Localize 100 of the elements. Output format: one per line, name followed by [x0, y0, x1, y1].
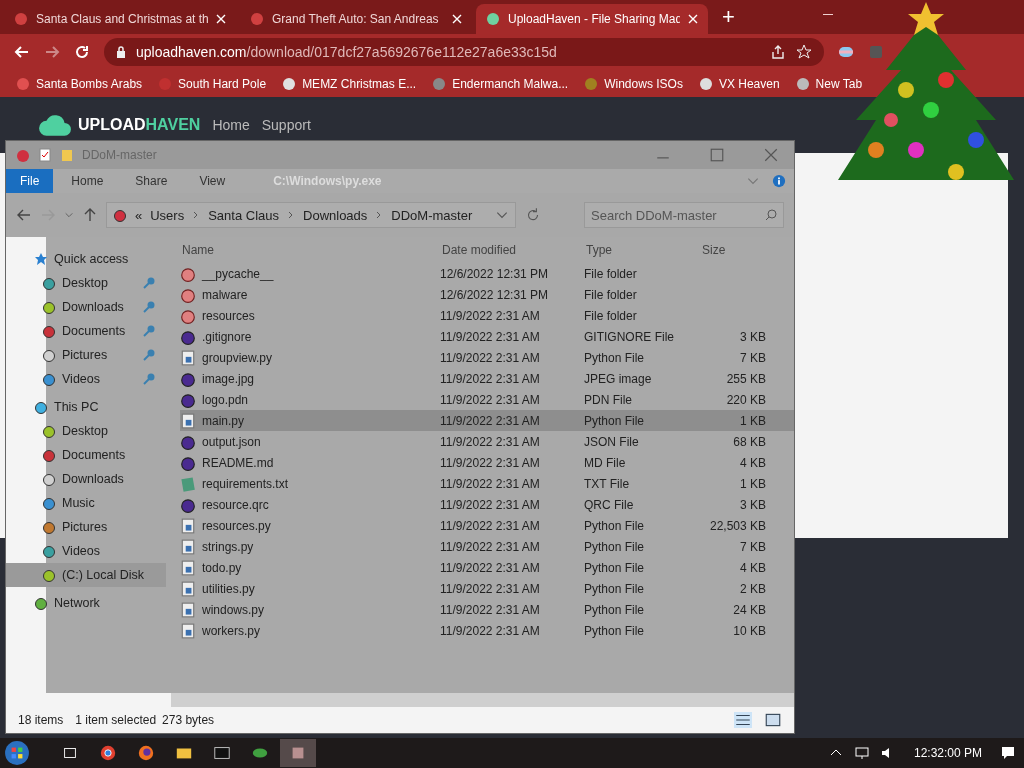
breadcrumb-item[interactable]: Santa Claus: [208, 207, 279, 223]
file-row[interactable]: logo.pdn 11/9/2022 2:31 AM PDN File 220 KB: [180, 389, 794, 410]
nav-item[interactable]: Music: [6, 491, 166, 515]
site-logo[interactable]: UPLOADHAVEN: [78, 116, 201, 134]
forward-icon[interactable]: [44, 44, 60, 60]
file-row[interactable]: main.py 11/9/2022 2:31 AM Python File 1 KB: [180, 410, 794, 431]
close-icon[interactable]: [216, 14, 226, 24]
star-icon[interactable]: [796, 44, 812, 60]
nav-item[interactable]: Downloads: [6, 467, 166, 491]
file-row[interactable]: resources.py 11/9/2022 2:31 AM Python File 22,503 KB: [180, 515, 794, 536]
date-cell-text: 12/6/2022 12:31 PM: [440, 266, 550, 281]
column-header[interactable]: Name: [180, 243, 440, 257]
bookmark[interactable]: Santa Bombs Arabs: [16, 76, 143, 91]
ribbon-tab[interactable]: File: [6, 169, 54, 193]
search-field[interactable]: Search DDoM-master: [584, 202, 784, 228]
network-icon[interactable]: [853, 745, 870, 761]
nav-item[interactable]: Videos: [6, 367, 166, 391]
nav-item[interactable]: Pictures: [6, 515, 166, 539]
browser-tab[interactable]: Grand Theft Auto: San Andreas: [240, 4, 472, 34]
nav-item[interactable]: (C:) Local Disk: [6, 563, 166, 587]
help-icon[interactable]: [772, 174, 786, 188]
browser-tab[interactable]: Santa Claus and Christmas at th: [4, 4, 236, 34]
back-icon[interactable]: [14, 44, 30, 60]
ribbon-tab[interactable]: Home: [57, 169, 118, 193]
file-row[interactable]: groupview.py 11/9/2022 2:31 AM Python File 7 KB: [180, 347, 794, 368]
bookmark-icon: [584, 76, 599, 91]
file-name: requirements.txt: [202, 476, 289, 491]
breadcrumb-item[interactable]: Downloads: [303, 207, 368, 223]
up-icon[interactable]: [82, 207, 98, 223]
column-header[interactable]: Size: [694, 243, 766, 257]
bookmark[interactable]: South Hard Pole: [158, 76, 267, 91]
nav-item[interactable]: Documents: [6, 319, 166, 343]
file-row[interactable]: todo.py 11/9/2022 2:31 AM Python File 4 KB: [180, 557, 794, 578]
file-row[interactable]: resource.qrc 11/9/2022 2:31 AM QRC File 3 KB: [180, 494, 794, 515]
nav-item[interactable]: Documents: [6, 443, 166, 467]
nav-item[interactable]: Desktop: [6, 419, 166, 443]
start-orb-icon[interactable]: [4, 740, 30, 766]
site-icon: [14, 12, 28, 26]
file-row[interactable]: workers.py 11/9/2022 2:31 AM Python File 10 KB: [180, 620, 794, 641]
file-row[interactable]: output.json 11/9/2022 2:31 AM JSON File 68 KB: [180, 431, 794, 452]
site-icon: [486, 12, 500, 26]
ornament-icon: [180, 433, 196, 450]
size-cell-text: 3 KB: [739, 329, 766, 344]
close-icon[interactable]: [688, 14, 698, 24]
file-row[interactable]: strings.py 11/9/2022 2:31 AM Python File 7 KB: [180, 536, 794, 557]
column-header[interactable]: Date modified: [440, 243, 584, 257]
file-row[interactable]: image.jpg 11/9/2022 2:31 AM JPEG image 255 KB: [180, 368, 794, 389]
file-row[interactable]: requirements.txt 11/9/2022 2:31 AM TXT File 1 KB: [180, 473, 794, 494]
nav-item[interactable]: Videos: [6, 539, 166, 563]
properties-icon[interactable]: [38, 148, 52, 162]
nav-item[interactable]: Downloads: [6, 295, 166, 319]
type-cell-text: File folder: [584, 266, 638, 281]
flag-icon[interactable]: [838, 44, 854, 60]
file-row[interactable]: README.md 11/9/2022 2:31 AM MD File 4 KB: [180, 452, 794, 473]
nav-item[interactable]: Desktop: [6, 271, 166, 295]
date-cell-text: 11/9/2022 2:31 AM: [440, 434, 541, 449]
type-cell-text: JPEG image: [584, 371, 653, 386]
reload-icon[interactable]: [74, 44, 90, 60]
computer-icon: [34, 400, 48, 414]
type-cell-text: Python File: [584, 560, 646, 575]
notification-icon[interactable]: [1000, 745, 1016, 761]
column-header[interactable]: Type: [584, 243, 694, 257]
file-row[interactable]: windows.py 11/9/2022 2:31 AM Python File 24 KB: [180, 599, 794, 620]
ribbon-tab[interactable]: Share: [121, 169, 182, 193]
bookmark[interactable]: Endermanch Malwa...: [432, 76, 569, 91]
breadcrumb-item[interactable]: DDoM-master: [391, 207, 473, 223]
python-file-icon: [180, 538, 196, 555]
address-bar[interactable]: uploadhaven.com/download/017dcf27a5692676e112e27a6e33c15d: [104, 38, 824, 66]
share-icon[interactable]: [770, 44, 786, 60]
date-cell-text: 11/9/2022 2:31 AM: [440, 329, 541, 344]
bookmark[interactable]: Windows ISOs: [584, 76, 683, 91]
details-view-icon[interactable]: [734, 712, 752, 728]
nav-item[interactable]: Network: [6, 591, 166, 615]
back-icon[interactable]: [16, 207, 32, 223]
nav-item[interactable]: Pictures: [6, 343, 166, 367]
bookmark[interactable]: VX Heaven: [698, 76, 780, 91]
file-row[interactable]: utilities.py 11/9/2022 2:31 AM Python File 2 KB: [180, 578, 794, 599]
ribbon-tab[interactable]: View: [185, 169, 240, 193]
ornament-icon: [180, 496, 196, 513]
file-row[interactable]: .gitignore 11/9/2022 2:31 AM GITIGNORE File 3 KB: [180, 326, 794, 347]
breadcrumb-item[interactable]: Users: [150, 207, 185, 223]
clock[interactable]: 12:32:00 PM: [913, 746, 982, 760]
horizontal-scrollbar[interactable]: [171, 693, 794, 707]
file-name: utilities.py: [202, 581, 255, 596]
new-tab-button[interactable]: +: [712, 4, 745, 34]
ornament-icon: [180, 328, 196, 345]
file-row[interactable]: resources 11/9/2022 2:31 AM File folder: [180, 305, 794, 326]
bookmark-icon: [158, 76, 173, 91]
breadcrumb-overflow[interactable]: «: [135, 207, 143, 223]
nav-item[interactable]: This PC: [6, 395, 166, 419]
file-row[interactable]: malware 12/6/2022 12:31 PM File folder: [180, 284, 794, 305]
close-icon[interactable]: [452, 14, 462, 24]
site-nav-link[interactable]: Home: [212, 117, 250, 133]
site-nav-link[interactable]: Support: [261, 117, 311, 133]
file-row[interactable]: __pycache__ 12/6/2022 12:31 PM File folder: [180, 263, 794, 284]
bookmark[interactable]: MEMZ Christmas E...: [282, 76, 417, 91]
nav-item[interactable]: Quick access: [6, 247, 166, 271]
address-bar[interactable]: « Users Santa Claus Downloads DDoM-master: [106, 202, 516, 228]
bookmark[interactable]: New Tab: [795, 76, 863, 91]
thumbnail-view-icon[interactable]: [764, 712, 782, 728]
